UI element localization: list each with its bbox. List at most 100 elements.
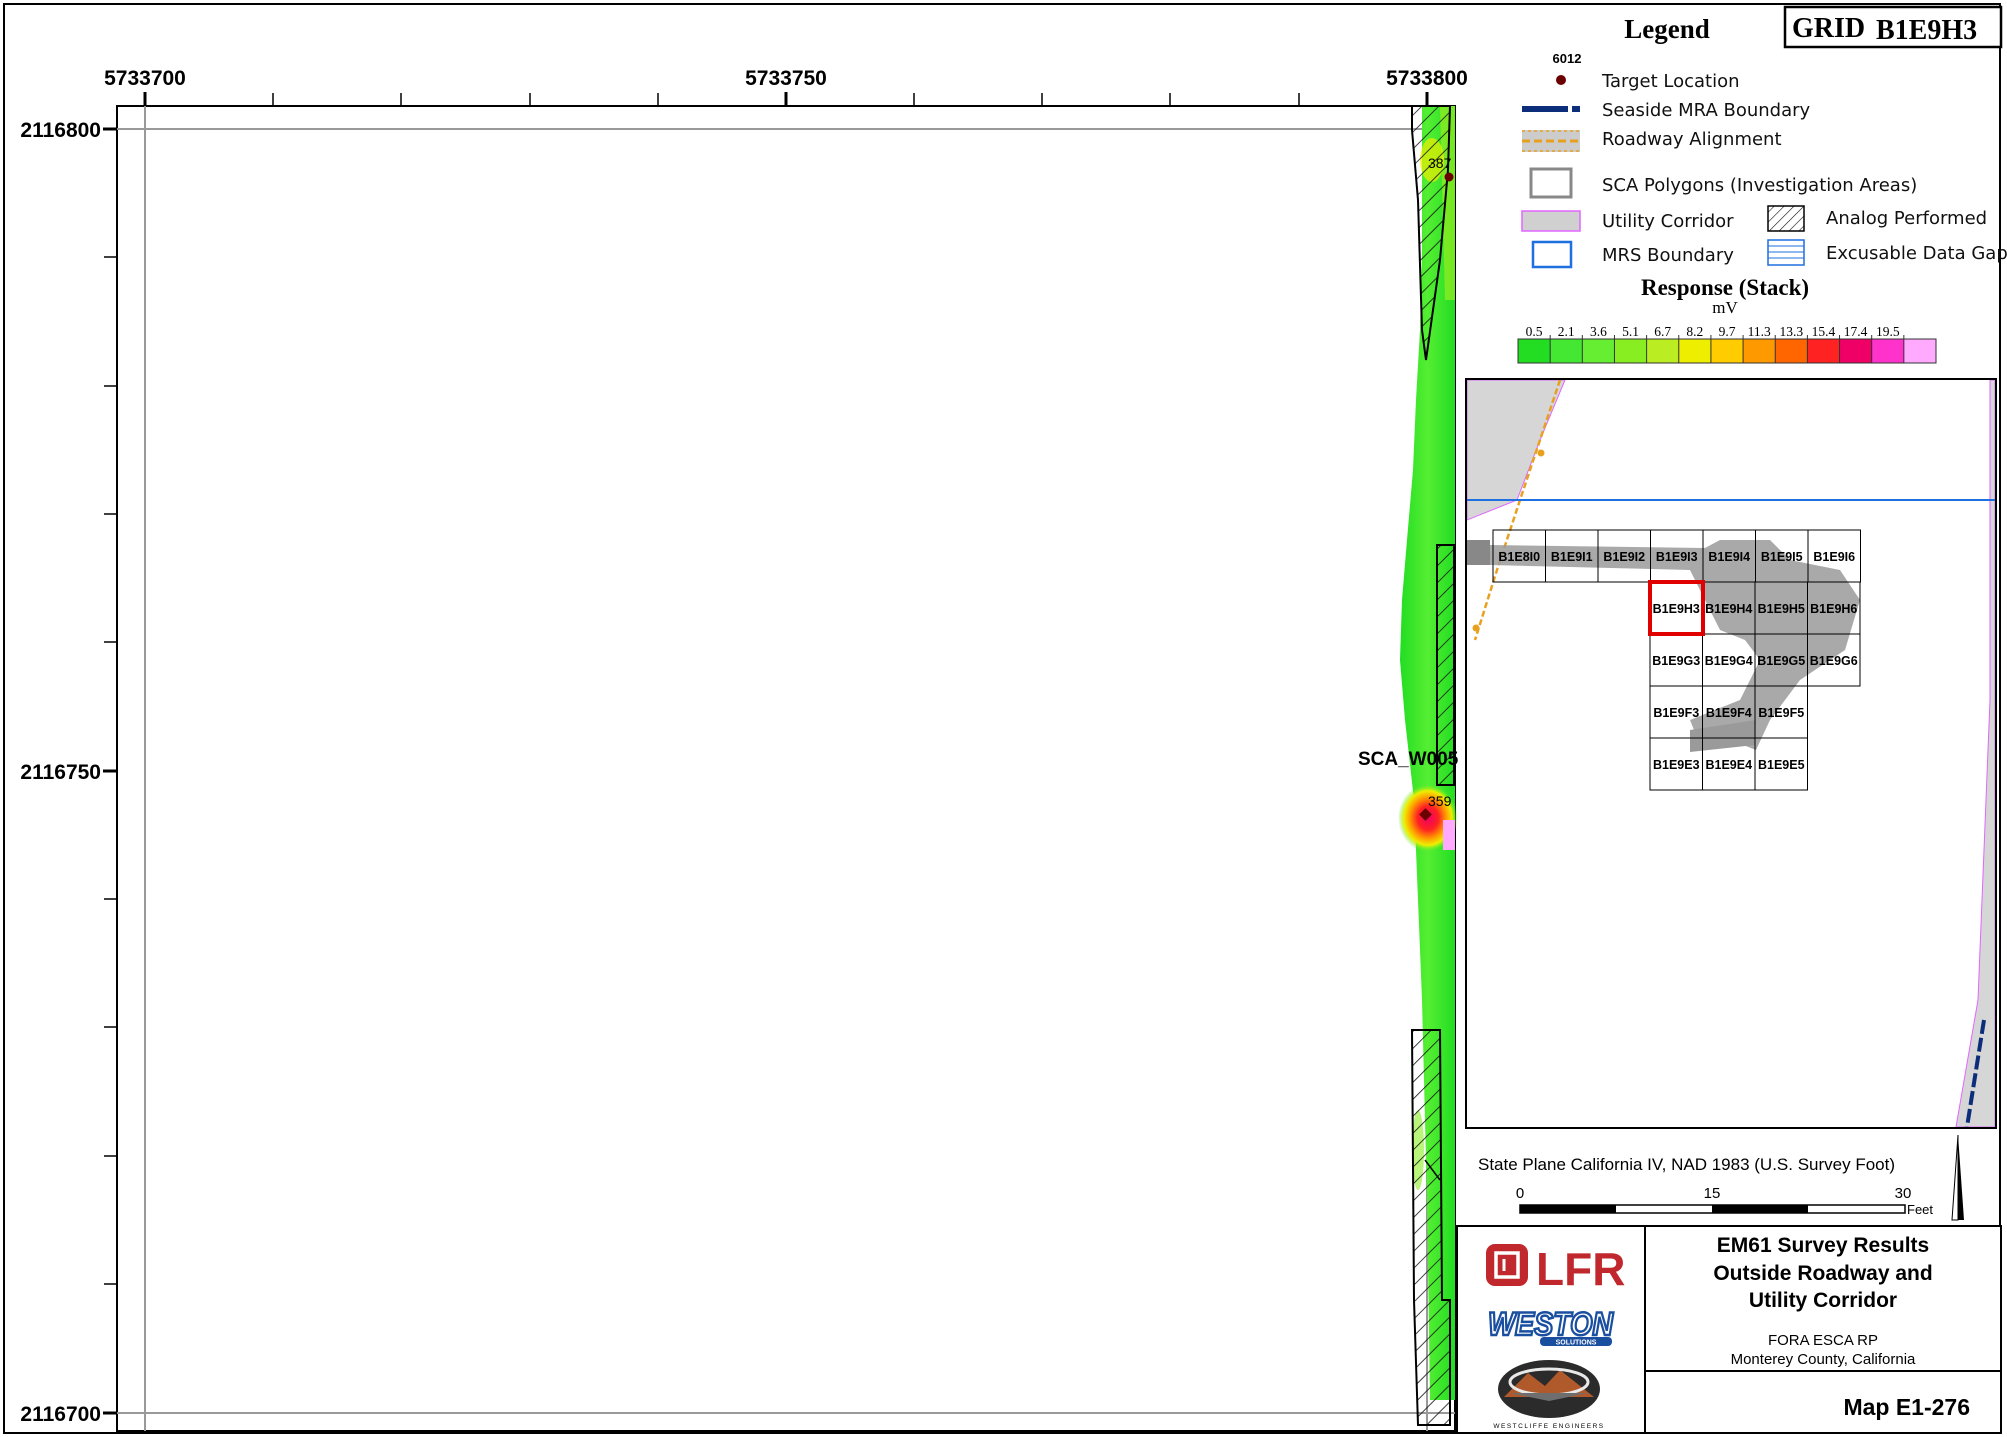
legend-utility-label: Utility Corridor xyxy=(1602,211,1734,232)
target-location-icon xyxy=(1556,75,1566,85)
svg-text:LFR: LFR xyxy=(1536,1243,1625,1295)
legend-target-id: 6012 xyxy=(1553,51,1582,66)
scale-value-label: 17.4 xyxy=(1844,324,1868,339)
scale-value-label: 9.7 xyxy=(1719,324,1736,339)
map-sheet: 387 359 SCA_W005 5733700 5733750 5733800… xyxy=(3,3,2007,1434)
scale-value-label: 13.3 xyxy=(1779,324,1803,339)
scale-swatch xyxy=(1614,339,1648,363)
scale-value-label: 11.3 xyxy=(1748,324,1771,339)
response-color-scale xyxy=(1517,335,1937,364)
inset-grid-label: B1E9F4 xyxy=(1706,706,1752,720)
project-location: Monterey County, California xyxy=(1731,1351,1916,1368)
scale-swatch xyxy=(1550,339,1583,363)
analog-performed-icon xyxy=(1767,205,1805,232)
inset-grid-label: B1E8I0 xyxy=(1498,550,1540,564)
legend-mrs-label: MRS Boundary xyxy=(1602,245,1734,266)
inset-grid-label: B1E9I6 xyxy=(1813,550,1855,564)
legend-road-label: Roadway Alignment xyxy=(1602,129,1782,150)
grid-id: B1E9H3 xyxy=(1876,15,1977,46)
target-marker[interactable] xyxy=(1444,172,1454,182)
legend-target-label: Target Location xyxy=(1601,71,1740,92)
sca-polygon-label: SCA_W005 xyxy=(1358,749,1459,770)
inset-grid-label: B1E9I1 xyxy=(1551,550,1593,564)
inset-grid-label: B1E9H4 xyxy=(1705,602,1752,616)
title-line: Outside Roadway and xyxy=(1713,1262,1932,1285)
scale-value-label: 6.7 xyxy=(1654,324,1671,339)
x-coordinate-label: 5733800 xyxy=(1386,67,1468,90)
roadway-alignment-icon xyxy=(1522,130,1580,152)
scale-swatch xyxy=(1871,339,1905,363)
map-number: Map E1-276 xyxy=(1843,1394,1970,1420)
response-title: Response (Stack) xyxy=(1641,275,1809,300)
title-block: EM61 Survey Results Outside Roadway and … xyxy=(1456,1225,2002,1434)
inset-grid-label: B1E9H3 xyxy=(1653,602,1700,616)
inset-grid-label: B1E9I2 xyxy=(1603,550,1645,564)
x-coordinate-label: 5733750 xyxy=(745,67,827,90)
inset-grid-label: B1E9G6 xyxy=(1810,654,1858,668)
title-line: Utility Corridor xyxy=(1749,1289,1897,1312)
scale-value-label: 0.5 xyxy=(1526,324,1543,339)
x-coordinate-label: 5733700 xyxy=(104,67,186,90)
weston-logo: WESTON SOLUTIONS xyxy=(1487,1305,1615,1347)
scale-label: 0 xyxy=(1516,1185,1524,1202)
scale-bar-section: State Plane California IV, NAD 1983 (U.S… xyxy=(1478,1134,1964,1221)
scale-unit: Feet xyxy=(1907,1202,1933,1217)
scale-swatch xyxy=(1518,339,1551,363)
legend-sca-label: SCA Polygons (Investigation Areas) xyxy=(1602,175,1917,196)
sca-polygon-icon xyxy=(1529,167,1573,199)
scale-swatch xyxy=(1775,339,1808,363)
scale-value-label: 3.6 xyxy=(1590,324,1607,339)
utility-corridor-icon xyxy=(1521,210,1581,232)
target-label: 359 xyxy=(1428,793,1452,809)
inset-grid-label: B1E9F3 xyxy=(1653,706,1699,720)
scale-swatch xyxy=(1839,339,1873,363)
scale-swatch xyxy=(1710,339,1744,363)
north-arrow-icon xyxy=(1951,1134,1964,1221)
scale-label: 15 xyxy=(1704,1185,1721,1202)
mrs-boundary-icon xyxy=(1531,240,1573,269)
scale-swatch xyxy=(1743,339,1776,363)
inset-grid-label: B1E9I4 xyxy=(1708,550,1750,564)
inset-map: B1E8I0 B1E9I1 B1E9I2 B1E9I3 B1E9I4 B1E9I5 B1E9… xyxy=(1465,378,1997,1129)
scale-value-label: 5.1 xyxy=(1622,324,1639,339)
scale-swatch xyxy=(1582,339,1615,363)
scale-swatch xyxy=(1646,339,1680,363)
inset-grid-label: B1E9H6 xyxy=(1810,602,1857,616)
inset-grid-label: B1E9I5 xyxy=(1761,550,1803,564)
scale-value-label: 19.5 xyxy=(1876,324,1900,339)
title-line: EM61 Survey Results xyxy=(1717,1234,1929,1257)
legend-analog-label: Analog Performed xyxy=(1826,208,1987,229)
projection-note: State Plane California IV, NAD 1983 (U.S… xyxy=(1478,1155,1895,1174)
inset-grid-label: B1E9G3 xyxy=(1652,654,1700,668)
svg-text:SOLUTIONS: SOLUTIONS xyxy=(1556,1340,1597,1347)
y-coordinate-label: 2116750 xyxy=(20,761,101,784)
inset-grid-label: B1E9I3 xyxy=(1656,550,1698,564)
data-gap-icon xyxy=(1767,239,1805,266)
project-name: FORA ESCA RP xyxy=(1768,1332,1878,1349)
legend-title: Legend xyxy=(1624,14,1710,44)
response-unit: mV xyxy=(1712,298,1738,317)
scale-swatch xyxy=(1807,339,1841,363)
scale-value-label: 2.1 xyxy=(1558,324,1575,339)
y-coordinate-label: 2116700 xyxy=(20,1403,101,1426)
main-map: 387 359 SCA_W005 5733700 5733750 5733800… xyxy=(20,67,1468,1432)
grid-prefix: GRID xyxy=(1792,13,1865,44)
legend: Legend GRID B1E9H3 6012 Target Location … xyxy=(1517,5,2007,364)
legend-gap-label: Excusable Data Gap xyxy=(1826,243,2007,264)
scale-swatch xyxy=(1678,339,1712,363)
target-label: 387 xyxy=(1428,155,1452,171)
inset-grid-label: B1E9E3 xyxy=(1653,758,1700,772)
scale-swatch xyxy=(1903,339,1937,363)
scale-label: 30 xyxy=(1895,1185,1912,1202)
legend-mra-label: Seaside MRA Boundary xyxy=(1602,100,1811,121)
inset-grid-label: B1E9G4 xyxy=(1705,654,1753,668)
inset-grid-label: B1E9E4 xyxy=(1705,758,1752,772)
scale-value-label: 15.4 xyxy=(1812,324,1836,339)
inset-grid-label: B1E9H5 xyxy=(1758,602,1805,616)
svg-text:WESTON: WESTON xyxy=(1488,1306,1614,1342)
scale-labels: 0.5 2.1 3.6 5.1 6.7 8.2 9.7 11.3 13.3 15.4 17.4 19.… xyxy=(1526,324,1900,339)
scale-value-label: 8.2 xyxy=(1686,324,1703,339)
inset-grid-label: B1E9G5 xyxy=(1757,654,1805,668)
y-coordinate-label: 2116800 xyxy=(20,119,101,142)
svg-text:WESTCLIFFE ENGINEERS: WESTCLIFFE ENGINEERS xyxy=(1493,1423,1604,1430)
